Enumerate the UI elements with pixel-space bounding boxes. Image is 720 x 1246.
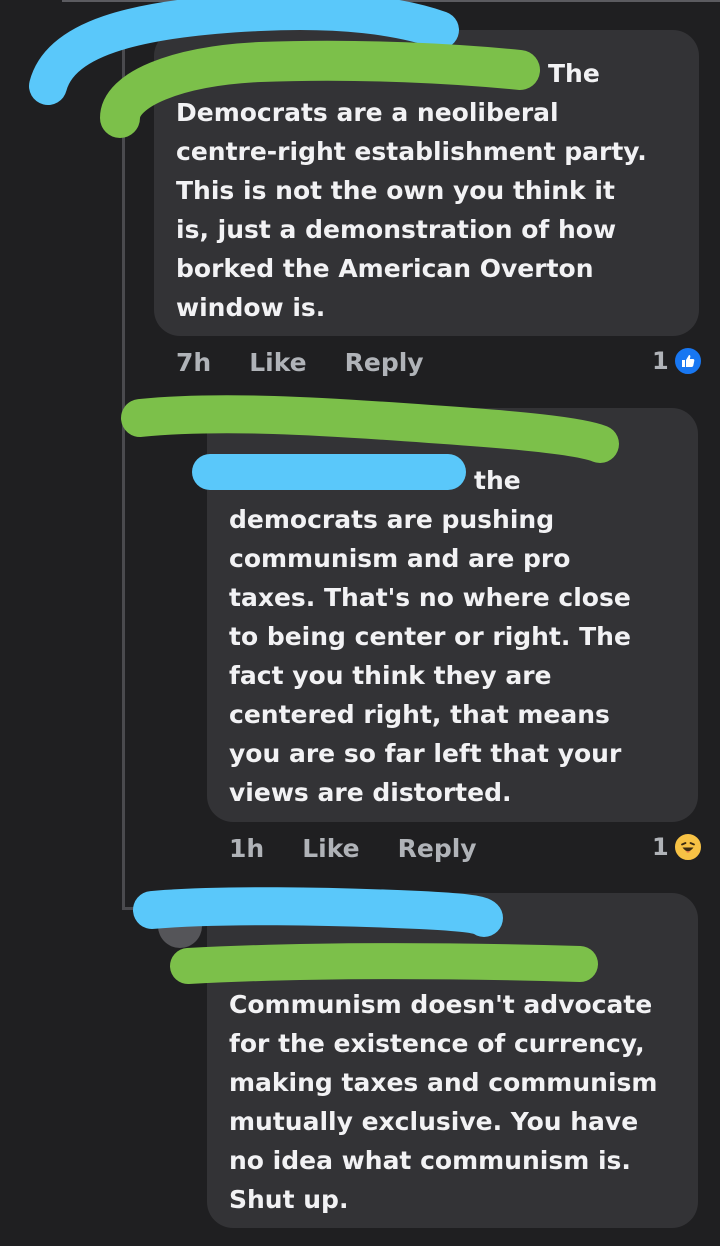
like-button-2[interactable]: Like [302, 834, 359, 863]
reaction-summary-2[interactable]: 1 [652, 832, 703, 862]
thread-line-vertical [122, 40, 125, 910]
thread-top-rule [62, 0, 720, 18]
comment-body-3: Communism doesn't advocate for the exist… [229, 990, 658, 1214]
comment-actions-1: 7h Like Reply [176, 348, 424, 377]
reaction-summary-1[interactable]: 1 [652, 346, 703, 376]
reply-button-2[interactable]: Reply [398, 834, 477, 863]
reply-button-1[interactable]: Reply [345, 348, 424, 377]
comment-time-1: 7h [176, 348, 212, 377]
reaction-count-2: 1 [652, 833, 669, 861]
like-icon [672, 346, 703, 376]
reaction-count-1: 1 [652, 347, 669, 375]
comment-time-2: 1h [229, 834, 265, 863]
comment-body-2: democrats are pushing communism and are … [229, 505, 631, 807]
avatar[interactable] [158, 904, 202, 948]
comment-lead-word-2: the [474, 466, 521, 495]
haha-icon [672, 832, 703, 862]
comment-lead-word-1: The [548, 59, 600, 88]
comment-body-1: Democrats are a neoliberal centre-right … [176, 98, 647, 322]
like-button-1[interactable]: Like [249, 348, 306, 377]
comment-actions-2: 1h Like Reply [229, 834, 477, 863]
